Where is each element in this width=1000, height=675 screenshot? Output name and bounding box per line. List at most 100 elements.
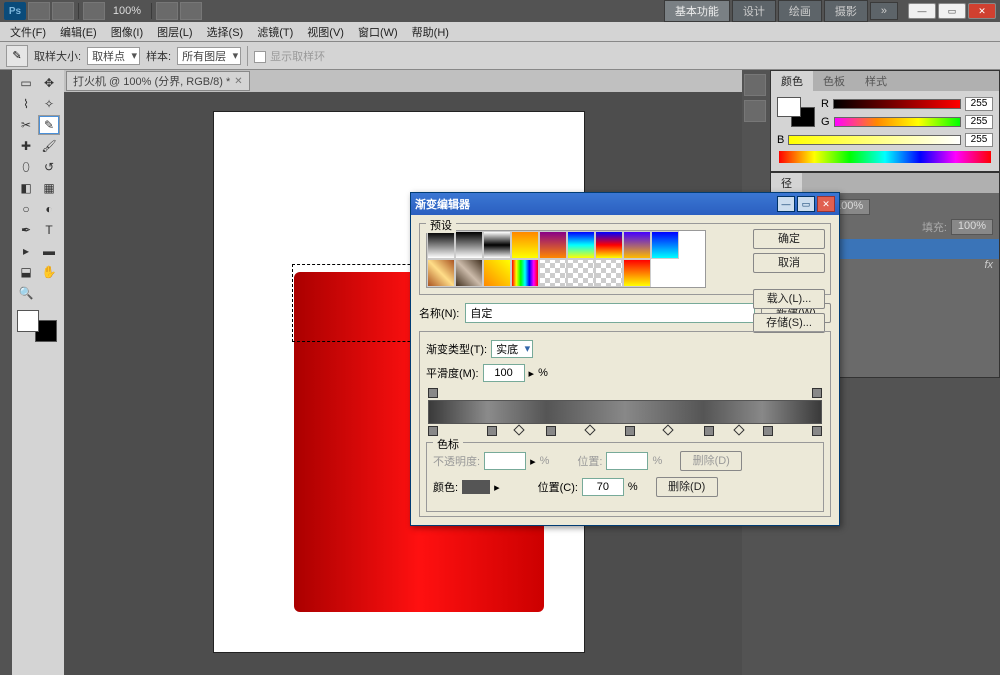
preset-swatch[interactable]	[511, 231, 539, 259]
b-slider[interactable]	[788, 135, 961, 145]
ok-button[interactable]: 确定	[753, 229, 825, 249]
foreground-color[interactable]	[17, 310, 39, 332]
g-value[interactable]: 255	[965, 115, 993, 129]
preset-swatch[interactable]	[427, 259, 455, 287]
preset-swatch[interactable]	[427, 231, 455, 259]
menu-select[interactable]: 选择(S)	[201, 22, 250, 42]
dialog-minimize[interactable]: —	[777, 196, 795, 212]
document-tab[interactable]: 打火机 @ 100% (分界, RGB/8) * ✕	[66, 71, 250, 91]
zoom-tool[interactable]: 🔍	[15, 283, 37, 303]
preset-swatch[interactable]	[651, 231, 679, 259]
fg-swatch[interactable]	[777, 97, 801, 117]
midpoint[interactable]	[513, 424, 524, 435]
midpoint[interactable]	[584, 424, 595, 435]
menu-view[interactable]: 视图(V)	[301, 22, 350, 42]
hue-ramp[interactable]	[779, 151, 991, 163]
tab-swatches[interactable]: 色板	[813, 71, 855, 91]
dialog-close[interactable]: ✕	[817, 196, 835, 212]
tab-color[interactable]: 颜色	[771, 71, 813, 91]
path-select-tool[interactable]: ▸	[15, 241, 37, 261]
minimize-button[interactable]: —	[908, 3, 936, 19]
sample-layers-select[interactable]: 所有图层	[177, 47, 241, 65]
preset-swatch[interactable]	[595, 259, 623, 287]
close-doc-icon[interactable]: ✕	[234, 76, 242, 87]
menu-help[interactable]: 帮助(H)	[406, 22, 455, 42]
name-input[interactable]	[465, 303, 755, 323]
stop-color-chip[interactable]	[462, 480, 490, 494]
preset-swatch[interactable]	[483, 259, 511, 287]
r-slider[interactable]	[833, 99, 961, 109]
smoothness-input[interactable]	[483, 364, 525, 382]
preset-swatch[interactable]	[511, 259, 539, 287]
menu-window[interactable]: 窗口(W)	[352, 22, 404, 42]
tab-adjustments[interactable]: 径	[771, 173, 802, 193]
r-value[interactable]: 255	[965, 97, 993, 111]
color-stop[interactable]	[625, 426, 635, 436]
gradient-preview[interactable]	[428, 400, 822, 424]
midpoint[interactable]	[663, 424, 674, 435]
close-button[interactable]: ✕	[968, 3, 996, 19]
menu-layer[interactable]: 图层(L)	[151, 22, 198, 42]
maximize-button[interactable]: ▭	[938, 3, 966, 19]
eyedropper-tool[interactable]: ✎	[38, 115, 60, 135]
delete-color-stop-button[interactable]: 删除(D)	[656, 477, 718, 497]
workspace-design[interactable]: 设计	[732, 0, 776, 22]
mini-bridge-button[interactable]	[52, 2, 74, 20]
cancel-button[interactable]: 取消	[753, 253, 825, 273]
preset-swatch[interactable]	[623, 259, 651, 287]
heal-tool[interactable]: ✚	[15, 136, 37, 156]
3d-tool[interactable]: ⬓	[15, 262, 37, 282]
crop-tool[interactable]: ✂	[15, 115, 37, 135]
g-slider[interactable]	[834, 117, 961, 127]
color-stop[interactable]	[763, 426, 773, 436]
opacity-stop[interactable]	[812, 388, 822, 398]
screen-mode-button[interactable]	[180, 2, 202, 20]
workspace-photography[interactable]: 摄影	[824, 0, 868, 22]
midpoint[interactable]	[734, 424, 745, 435]
zoom-level[interactable]: 100%	[107, 5, 147, 17]
load-button[interactable]: 载入(L)...	[753, 289, 825, 309]
workspace-more[interactable]: »	[870, 2, 898, 20]
preset-swatch[interactable]	[539, 259, 567, 287]
color-stop[interactable]	[428, 426, 438, 436]
dialog-titlebar[interactable]: 渐变编辑器 — ▭ ✕	[411, 193, 839, 215]
menu-image[interactable]: 图像(I)	[105, 22, 149, 42]
fill-value[interactable]: 100%	[951, 219, 993, 235]
preset-swatch[interactable]	[567, 259, 595, 287]
hand-tool[interactable]: ✋	[38, 262, 60, 282]
dock-history-icon[interactable]	[744, 74, 766, 96]
color-swatches[interactable]	[15, 308, 59, 344]
arrange-docs-button[interactable]	[156, 2, 178, 20]
gradient-type-select[interactable]: 实底	[491, 340, 533, 358]
save-button[interactable]: 存储(S)...	[753, 313, 825, 333]
marquee-tool[interactable]: ▭	[15, 73, 37, 93]
color-stop[interactable]	[487, 426, 497, 436]
color-stop[interactable]	[704, 426, 714, 436]
gradient-tool[interactable]: ▦	[38, 178, 60, 198]
shape-tool[interactable]: ▬	[38, 241, 60, 261]
brush-tool[interactable]: 🖌	[38, 136, 60, 156]
preset-swatch[interactable]	[623, 231, 651, 259]
menu-filter[interactable]: 滤镜(T)	[251, 22, 299, 42]
workspace-painting[interactable]: 绘画	[778, 0, 822, 22]
preset-swatch[interactable]	[539, 231, 567, 259]
menu-edit[interactable]: 编辑(E)	[54, 22, 103, 42]
preset-swatch[interactable]	[455, 231, 483, 259]
workspace-essentials[interactable]: 基本功能	[664, 0, 730, 22]
move-tool[interactable]: ✥	[38, 73, 60, 93]
bridge-button[interactable]	[28, 2, 50, 20]
b-value[interactable]: 255	[965, 133, 993, 147]
preset-swatch[interactable]	[483, 231, 511, 259]
color-stop[interactable]	[546, 426, 556, 436]
dodge-tool[interactable]: ◐	[38, 199, 60, 219]
menu-file[interactable]: 文件(F)	[4, 22, 52, 42]
dialog-maximize[interactable]: ▭	[797, 196, 815, 212]
history-brush-tool[interactable]: ↺	[38, 157, 60, 177]
pen-tool[interactable]: ✒	[15, 220, 37, 240]
eraser-tool[interactable]: ◧	[15, 178, 37, 198]
opacity-stop[interactable]	[428, 388, 438, 398]
preset-swatch[interactable]	[455, 259, 483, 287]
dock-actions-icon[interactable]	[744, 100, 766, 122]
blur-tool[interactable]: ○	[15, 199, 37, 219]
wand-tool[interactable]: ✧	[38, 94, 60, 114]
